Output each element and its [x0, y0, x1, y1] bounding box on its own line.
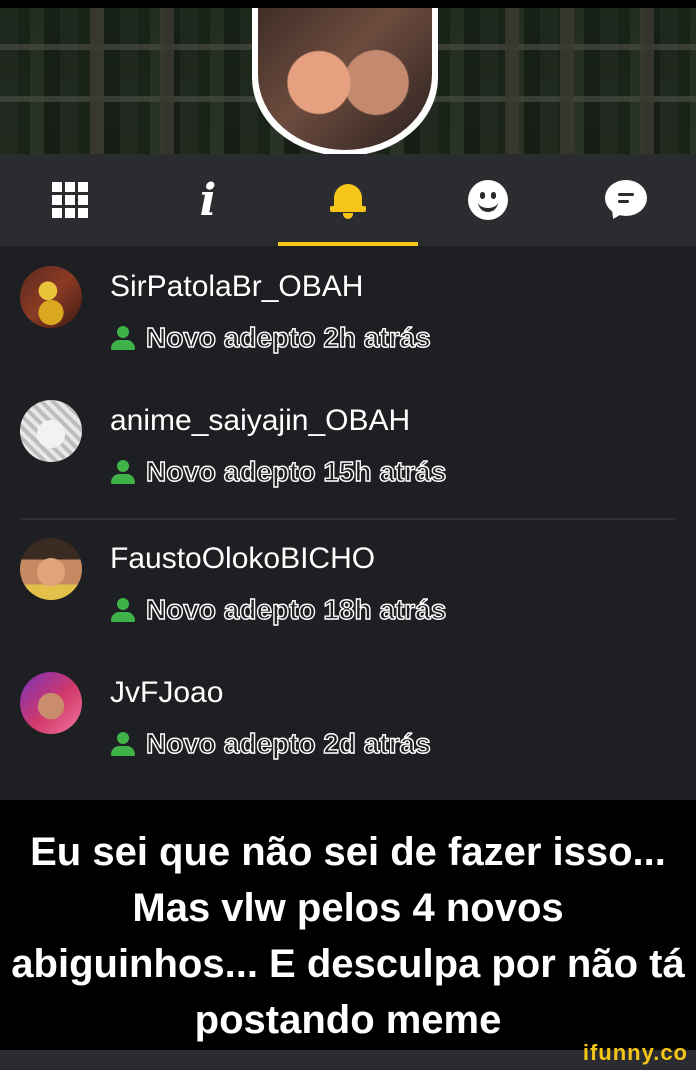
tab-reactions[interactable]	[458, 174, 518, 226]
list-item[interactable]: anime_saiyajin_OBAH Novo adepto 15h atrá…	[0, 400, 696, 520]
avatar[interactable]	[20, 538, 82, 600]
tab-info[interactable]: i	[178, 174, 238, 226]
avatar[interactable]	[20, 400, 82, 462]
username[interactable]: anime_saiyajin_OBAH	[110, 404, 410, 438]
follow-status-text: Novo adepto 2d atrás	[145, 727, 431, 759]
grid-icon	[52, 182, 88, 218]
profile-cover-banner	[0, 8, 696, 154]
person-icon	[110, 731, 136, 757]
profile-tab-bar: i	[0, 154, 696, 246]
meme-caption-area: Eu sei que não sei de fazer isso... Mas …	[0, 800, 696, 1050]
person-icon	[110, 325, 136, 351]
smiley-icon	[468, 180, 508, 220]
list-item[interactable]: JvFJoao Novo adepto 2d atrás	[0, 672, 696, 792]
follow-status: Novo adepto 18h atrás	[110, 593, 447, 626]
ifunny-watermark: ifunny.co	[582, 1040, 688, 1065]
follow-status-text: Novo adepto 18h atrás	[145, 593, 447, 625]
tab-notifications[interactable]	[318, 174, 378, 226]
person-icon	[110, 459, 136, 485]
bell-icon	[328, 180, 368, 220]
notifications-list: SirPatolaBr_OBAH Novo adepto 2h atrás an…	[0, 246, 696, 800]
follow-status: Novo adepto 2d atrás	[110, 727, 431, 760]
chat-icon	[605, 180, 647, 223]
divider	[20, 518, 676, 520]
profile-avatar[interactable]	[252, 8, 442, 154]
screenshot: i SirPatolaBr_OBAH Novo adepto 2h atrás	[0, 0, 696, 1070]
follow-status: Novo adepto 15h atrás	[110, 455, 447, 488]
meme-caption: Eu sei que não sei de fazer isso... Mas …	[11, 830, 685, 1042]
follow-status-text: Novo adepto 2h atrás	[145, 321, 431, 353]
follow-status-text: Novo adepto 15h atrás	[145, 455, 447, 487]
username[interactable]: SirPatolaBr_OBAH	[110, 270, 363, 304]
person-icon	[110, 597, 136, 623]
follow-status: Novo adepto 2h atrás	[110, 321, 431, 354]
tab-posts[interactable]	[40, 174, 100, 226]
tab-chat[interactable]	[596, 174, 656, 226]
list-item[interactable]: SirPatolaBr_OBAH Novo adepto 2h atrás	[0, 266, 696, 386]
avatar[interactable]	[20, 672, 82, 734]
avatar[interactable]	[20, 266, 82, 328]
username[interactable]: JvFJoao	[110, 676, 223, 710]
list-item[interactable]: FaustoOlokoBICHO Novo adepto 18h atrás	[0, 538, 696, 658]
username[interactable]: FaustoOlokoBICHO	[110, 542, 375, 576]
info-icon: i	[199, 174, 217, 226]
